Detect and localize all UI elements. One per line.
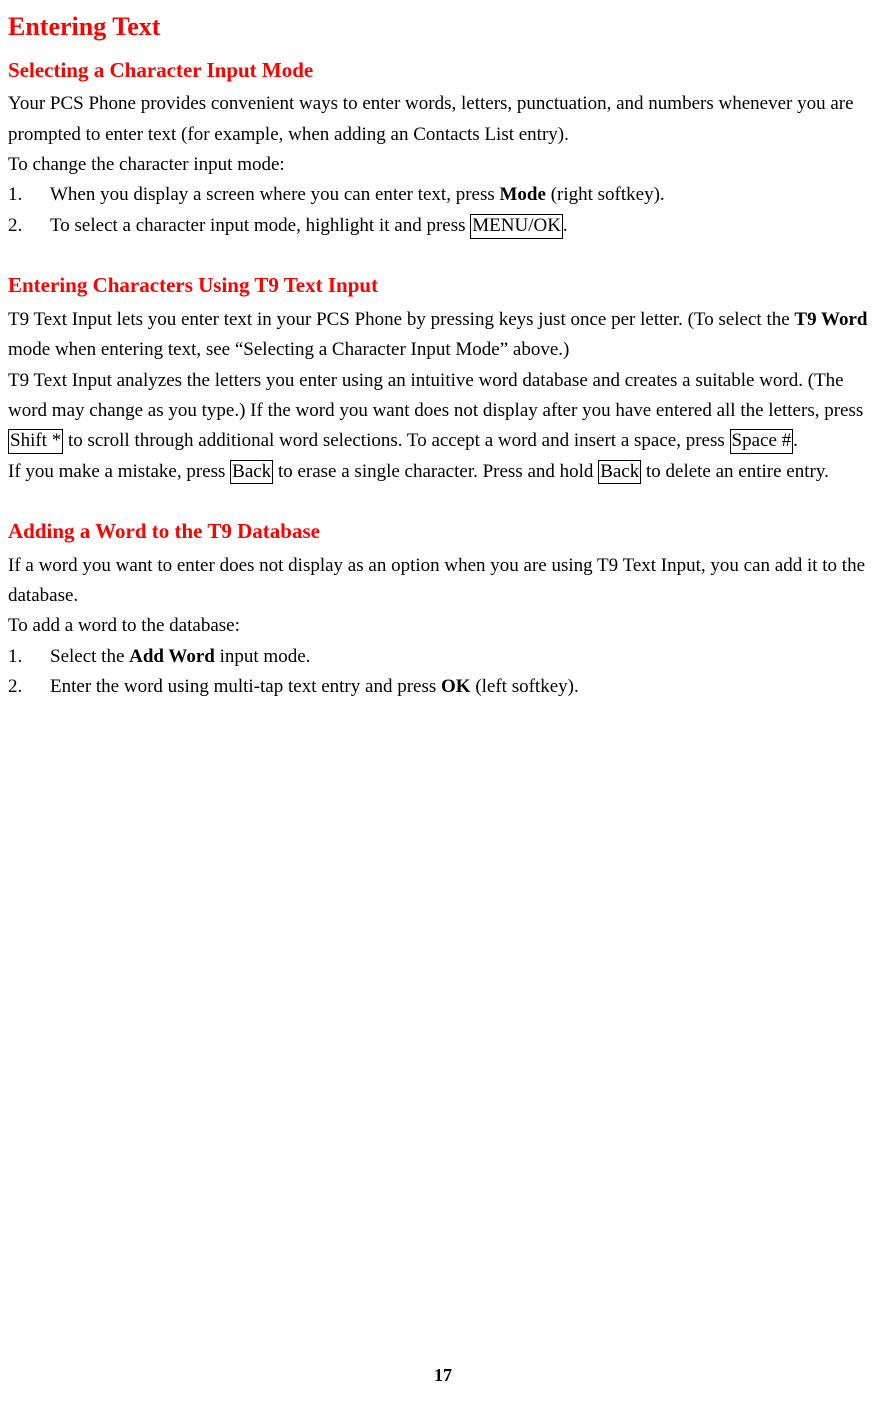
paragraph: Your PCS Phone provides convenient ways … — [8, 89, 878, 150]
section-heading-selecting: Selecting a Character Input Mode — [8, 54, 878, 88]
paragraph: To change the character input mode: — [8, 150, 878, 180]
key-label: MENU/OK — [470, 214, 563, 239]
paragraph: T9 Text Input lets you enter text in you… — [8, 305, 878, 366]
bold-text: Add Word — [129, 646, 215, 667]
text: to erase a single character. Press and h… — [273, 461, 598, 482]
bold-text: OK — [441, 676, 471, 697]
ordered-list: Select the Add Word input mode. Enter th… — [8, 642, 878, 703]
text: Enter the word using multi-tap text entr… — [50, 676, 441, 697]
text: input mode. — [215, 646, 311, 667]
section-heading-t9input: Entering Characters Using T9 Text Input — [8, 269, 878, 303]
section-heading-addword: Adding a Word to the T9 Database — [8, 515, 878, 549]
key-label: Shift * — [8, 429, 63, 454]
text: When you display a screen where you can … — [50, 184, 500, 205]
key-label: Back — [598, 460, 641, 485]
key-label: Back — [230, 460, 273, 485]
page-number: 17 — [0, 1361, 886, 1390]
text: (left softkey). — [471, 676, 579, 697]
paragraph: If a word you want to enter does not dis… — [8, 551, 878, 612]
text: Select the — [50, 646, 129, 667]
list-item: When you display a screen where you can … — [8, 180, 878, 210]
page-title: Entering Text — [8, 6, 878, 48]
ordered-list: When you display a screen where you can … — [8, 180, 878, 241]
text: to scroll through additional word select… — [63, 430, 729, 451]
text: If you make a mistake, press — [8, 461, 230, 482]
list-item: To select a character input mode, highli… — [8, 211, 878, 241]
list-item: Select the Add Word input mode. — [8, 642, 878, 672]
text: T9 Text Input lets you enter text in you… — [8, 309, 794, 330]
text: mode when entering text, see “Selecting … — [8, 339, 569, 360]
text: T9 Text Input analyzes the letters you e… — [8, 370, 863, 421]
paragraph: T9 Text Input analyzes the letters you e… — [8, 366, 878, 457]
bold-text: T9 Word — [794, 309, 867, 330]
text: to delete an entire entry. — [641, 461, 829, 482]
bold-text: Mode — [500, 184, 546, 205]
text: To select a character input mode, highli… — [50, 215, 470, 236]
text: (right softkey). — [546, 184, 665, 205]
paragraph: To add a word to the database: — [8, 611, 878, 641]
text: . — [793, 430, 798, 451]
paragraph: If you make a mistake, press Back to era… — [8, 457, 878, 487]
text: . — [563, 215, 568, 236]
list-item: Enter the word using multi-tap text entr… — [8, 672, 878, 702]
key-label: Space # — [730, 429, 794, 454]
